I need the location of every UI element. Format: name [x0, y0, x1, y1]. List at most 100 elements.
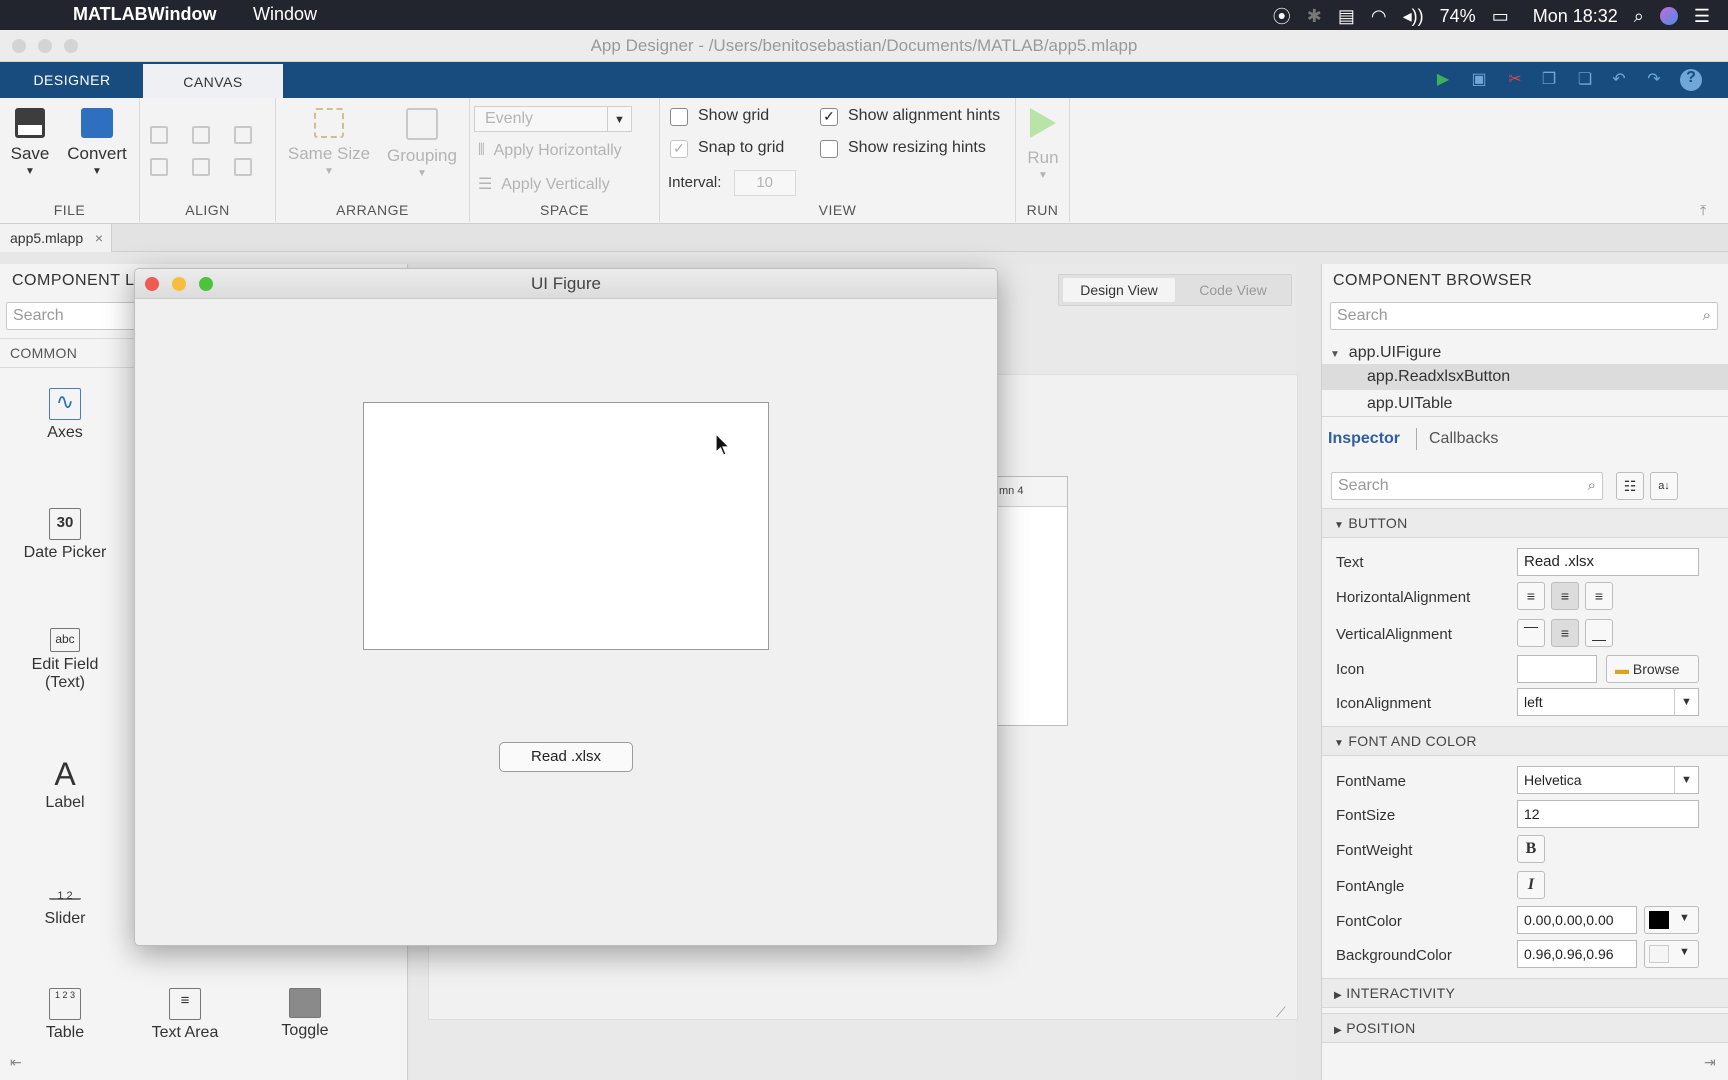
prop-bgcolor-input[interactable]: 0.96,0.96,0.96 — [1517, 940, 1637, 968]
prop-fontsize-input[interactable]: 12 — [1517, 800, 1699, 828]
align-middle-icon[interactable] — [192, 158, 210, 176]
snap-to-grid-checkbox[interactable]: ✓ — [670, 140, 688, 158]
minimize-window-button[interactable] — [172, 277, 186, 291]
valign-middle-icon[interactable]: ≡ — [1551, 619, 1579, 647]
align-top-icon[interactable] — [150, 158, 168, 176]
italic-toggle-icon[interactable]: I — [1517, 871, 1545, 899]
bgcolor-picker[interactable]: ▼ — [1644, 940, 1699, 968]
same-size-button[interactable]: Same Size ▼ — [284, 108, 374, 177]
spacing-select[interactable]: Evenly ▼ — [474, 106, 632, 132]
bluetooth-icon[interactable]: ✱ — [1307, 6, 1322, 27]
component-edit-field-text[interactable]: abc Edit Field (Text) — [10, 628, 120, 692]
record-icon[interactable]: ⦿ — [1273, 3, 1291, 29]
prop-text-input[interactable]: Read .xlsx — [1517, 548, 1699, 576]
align-left-icon[interactable] — [150, 126, 168, 144]
align-center-icon[interactable] — [192, 126, 210, 144]
component-table[interactable]: 1 2 3 Table — [10, 988, 120, 1042]
battery-percent[interactable]: 74% — [1440, 6, 1476, 27]
keyboard-icon[interactable]: ▤ — [1338, 6, 1355, 27]
scroll-start-icon[interactable]: ⇤ — [10, 1054, 22, 1071]
design-view-button[interactable]: Design View — [1063, 278, 1175, 302]
valign-top-icon[interactable]: ⎺ — [1517, 619, 1545, 647]
volume-icon[interactable]: ◂)) — [1403, 6, 1424, 27]
battery-icon[interactable]: ▭ — [1492, 6, 1509, 27]
zoom-window-button[interactable] — [64, 39, 78, 53]
code-view-button[interactable]: Code View — [1177, 278, 1289, 302]
control-center-icon[interactable]: ☰ — [1694, 6, 1710, 27]
copy-quick-icon[interactable]: ❐ — [1538, 69, 1560, 91]
align-bottom-icon[interactable] — [234, 158, 252, 176]
wifi-icon[interactable]: ◠ — [1371, 6, 1387, 27]
cut-quick-icon[interactable]: ✂ — [1504, 69, 1526, 91]
section-position[interactable]: ▶ POSITION — [1322, 1013, 1728, 1043]
tab-app5[interactable]: app5.mlapp × — [0, 224, 112, 252]
prop-fontname-select[interactable]: Helvetica ▼ — [1517, 766, 1699, 794]
menu-window[interactable]: Window — [253, 4, 317, 25]
grouping-button[interactable]: Grouping ▼ — [380, 108, 464, 179]
show-resizing-hints-checkbox[interactable] — [820, 140, 838, 158]
close-window-button[interactable] — [145, 277, 159, 291]
component-axes[interactable]: ∿ Axes — [10, 388, 120, 442]
undo-quick-icon[interactable]: ↶ — [1608, 69, 1630, 91]
save-button[interactable]: Save ▼ — [8, 108, 52, 177]
minimize-window-button[interactable] — [38, 39, 52, 53]
align-left-icon[interactable]: ≡ — [1517, 582, 1545, 610]
component-slider[interactable]: 1 2 Slider — [10, 878, 120, 928]
inspector-search-input[interactable]: Search ⌕ — [1331, 472, 1603, 500]
component-text-area[interactable]: ≡ Text Area — [130, 988, 240, 1042]
grouped-view-icon[interactable]: ☷ — [1616, 472, 1644, 500]
interval-stepper[interactable]: 10 — [734, 170, 796, 196]
uitable-preview[interactable]: mn 4 — [990, 476, 1068, 726]
component-toggle[interactable]: Toggle — [250, 988, 360, 1040]
zoom-window-button[interactable] — [199, 277, 213, 291]
close-window-button[interactable] — [12, 39, 26, 53]
apply-vertically-button[interactable]: ☰ Apply Vertically — [478, 174, 610, 194]
siri-icon[interactable] — [1659, 7, 1678, 25]
tree-item-readxlsxbutton[interactable]: app.ReadxlsxButton — [1322, 364, 1728, 390]
redo-quick-icon[interactable]: ↷ — [1643, 69, 1665, 91]
bold-toggle-icon[interactable]: B — [1517, 835, 1545, 863]
section-font-and-color[interactable]: ▼ FONT AND COLOR — [1322, 726, 1728, 756]
show-alignment-hints-checkbox[interactable]: ✓ — [820, 108, 838, 126]
align-center-icon[interactable]: ≡ — [1551, 582, 1579, 610]
show-grid-checkbox[interactable] — [670, 108, 688, 126]
prop-iconalign-select[interactable]: left ▼ — [1517, 688, 1699, 716]
tree-item-uifigure[interactable]: ▼ app.UIFigure — [1330, 344, 1441, 362]
valign-bottom-icon[interactable]: ⎽ — [1585, 619, 1613, 647]
help-icon[interactable]: ? — [1680, 69, 1702, 91]
clock[interactable]: Mon 18:32 — [1533, 6, 1618, 27]
apply-horizontally-button[interactable]: ⫴ Apply Horizontally — [478, 142, 622, 160]
collapse-ribbon-icon[interactable]: ⤒ — [1700, 202, 1706, 219]
tab-canvas[interactable]: CANVAS — [143, 64, 283, 98]
run-button[interactable]: Run ▼ — [1022, 108, 1064, 181]
ui-table[interactable] — [363, 402, 769, 650]
resize-grip-icon[interactable]: ⟋ — [1276, 1004, 1286, 1021]
library-search-input[interactable]: Search — [6, 302, 146, 330]
menu-app-name[interactable]: MATLABWindow — [73, 4, 216, 25]
fontcolor-picker[interactable]: ▼ — [1644, 906, 1699, 934]
tree-item-uitable[interactable]: app.UITable — [1367, 395, 1452, 413]
convert-button[interactable]: Convert ▼ — [62, 108, 132, 177]
align-right-icon[interactable]: ≡ — [1585, 582, 1613, 610]
run-quick-icon[interactable]: ▶ — [1432, 69, 1454, 91]
interval-value: 10 — [756, 174, 773, 191]
tab-inspector[interactable]: Inspector — [1328, 430, 1400, 448]
prop-icon-input[interactable] — [1517, 655, 1597, 683]
browser-search-input[interactable]: Search ⌕ — [1330, 302, 1718, 330]
section-button[interactable]: ▼ BUTTON — [1322, 508, 1728, 538]
component-label[interactable]: A Label — [10, 758, 120, 812]
section-interactivity[interactable]: ▶ INTERACTIVITY — [1322, 978, 1728, 1008]
prop-fontcolor-input[interactable]: 0.00,0.00,0.00 — [1517, 906, 1637, 934]
close-icon[interactable]: × — [95, 224, 103, 252]
tab-designer[interactable]: DESIGNER — [12, 62, 132, 98]
paste-quick-icon[interactable]: ❏ — [1574, 69, 1596, 91]
browse-button[interactable]: ▬ Browse — [1606, 655, 1699, 683]
read-xlsx-button[interactable]: Read .xlsx — [499, 742, 633, 772]
sort-az-icon[interactable]: a↓ — [1650, 472, 1678, 500]
scroll-end-icon[interactable]: ⇥ — [1704, 1054, 1716, 1071]
align-right-icon[interactable] — [234, 126, 252, 144]
spotlight-icon[interactable]: ⌕ — [1634, 6, 1644, 27]
component-date-picker[interactable]: 30 Date Picker — [10, 508, 120, 562]
save-quick-icon[interactable]: ▣ — [1468, 69, 1490, 91]
tab-callbacks[interactable]: Callbacks — [1429, 430, 1498, 448]
